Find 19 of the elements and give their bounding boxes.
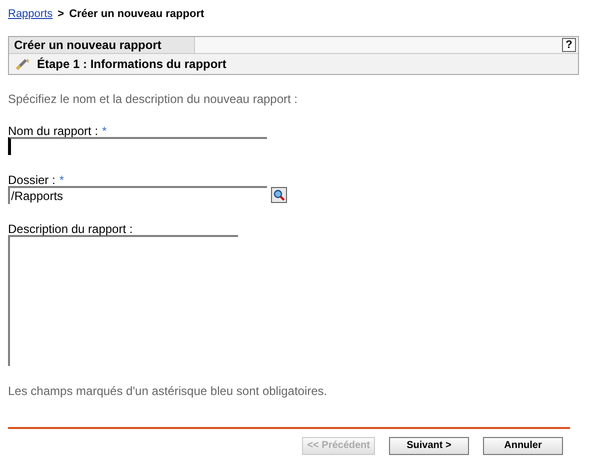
wizard-button[interactable]: Suivant > <box>389 436 469 454</box>
panel-title: Créer un nouveau rapport <box>9 36 195 52</box>
folder-field[interactable]: /Rapports <box>8 186 267 204</box>
field-label: Description du rapport : <box>8 220 133 234</box>
wizard-button[interactable]: Annuler <box>483 436 563 454</box>
breadcrumb-link[interactable]: Rapports <box>8 6 53 22</box>
breadcrumb-current: Créer un nouveau rapport <box>69 7 204 22</box>
help-button[interactable]: ? <box>562 38 576 52</box>
required-asterisk: * <box>102 122 107 136</box>
breadcrumb-separator: > <box>58 7 64 22</box>
field-label: Dossier : <box>8 172 56 186</box>
intro-text: Spécifiez le nom et la description du nouveau rapport : <box>8 90 299 108</box>
required-asterisk: * <box>59 172 64 186</box>
field-label: Nom du rapport : <box>8 122 98 136</box>
required-note: Les champs marqués d'un astérisque bleu sont obligatoires. <box>8 382 328 400</box>
search-icon <box>273 188 285 200</box>
search-button[interactable] <box>271 186 287 202</box>
step-title: Étape 1 : Informations du rapport <box>37 56 226 72</box>
wand-icon <box>15 56 31 70</box>
